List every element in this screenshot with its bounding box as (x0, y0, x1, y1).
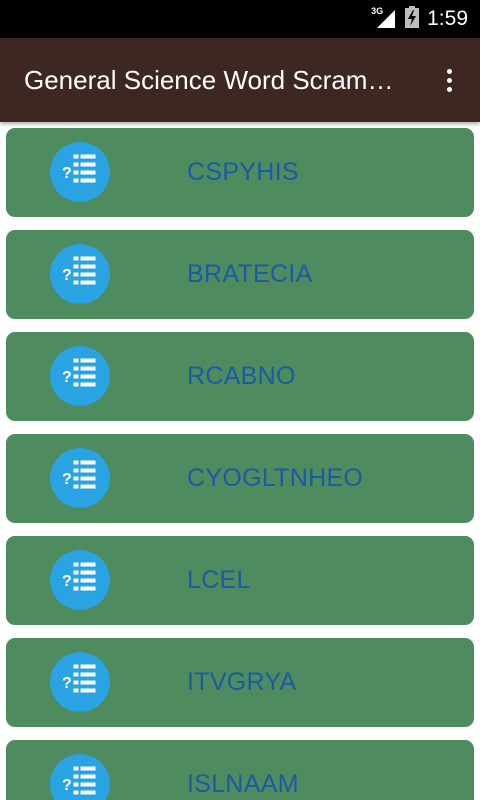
scrambled-word: CSPYHIS (187, 158, 299, 186)
quiz-list-icon: ? (50, 244, 110, 304)
svg-text:?: ? (62, 675, 72, 692)
word-card[interactable]: ? RCABNO (6, 332, 474, 421)
scrambled-word: ITVGRYA (187, 668, 297, 696)
quiz-list-icon: ? (50, 346, 110, 406)
word-card[interactable]: ? LCEL (6, 536, 474, 625)
scrambled-word: CYOGLTNHEO (187, 464, 364, 492)
quiz-list-icon: ? (50, 550, 110, 610)
status-time: 1:59 (427, 7, 468, 30)
network-type-label: 3G (371, 6, 384, 16)
word-list[interactable]: ? CSPYHIS ? BRATECIA ? RCABNO ? CYOGLTNH… (0, 122, 480, 800)
svg-text:?: ? (62, 165, 72, 182)
scrambled-word: RCABNO (187, 362, 296, 390)
svg-text:?: ? (62, 471, 72, 488)
scrambled-word: BRATECIA (187, 260, 313, 288)
quiz-list-icon: ? (50, 754, 110, 800)
more-vert-icon[interactable] (434, 64, 464, 96)
scrambled-word: ISLNAAM (187, 770, 299, 798)
battery-charging-icon (405, 5, 420, 33)
quiz-list-icon: ? (50, 142, 110, 202)
scrambled-word: LCEL (187, 566, 251, 594)
word-card[interactable]: ? ITVGRYA (6, 638, 474, 727)
svg-text:?: ? (62, 369, 72, 386)
quiz-list-icon: ? (50, 652, 110, 712)
word-card[interactable]: ? ISLNAAM (6, 740, 474, 800)
svg-text:?: ? (62, 573, 72, 590)
word-card[interactable]: ? BRATECIA (6, 230, 474, 319)
quiz-list-icon: ? (50, 448, 110, 508)
app-bar: General Science Word Scramble (0, 38, 480, 122)
status-bar: 3G 1:59 (0, 0, 480, 38)
app-title: General Science Word Scramble (24, 65, 396, 95)
word-card[interactable]: ? CSPYHIS (6, 128, 474, 217)
svg-text:?: ? (62, 777, 72, 794)
svg-text:?: ? (62, 267, 72, 284)
status-icons: 3G 1:59 (371, 0, 468, 38)
signal-icon: 3G (371, 6, 397, 30)
word-card[interactable]: ? CYOGLTNHEO (6, 434, 474, 523)
